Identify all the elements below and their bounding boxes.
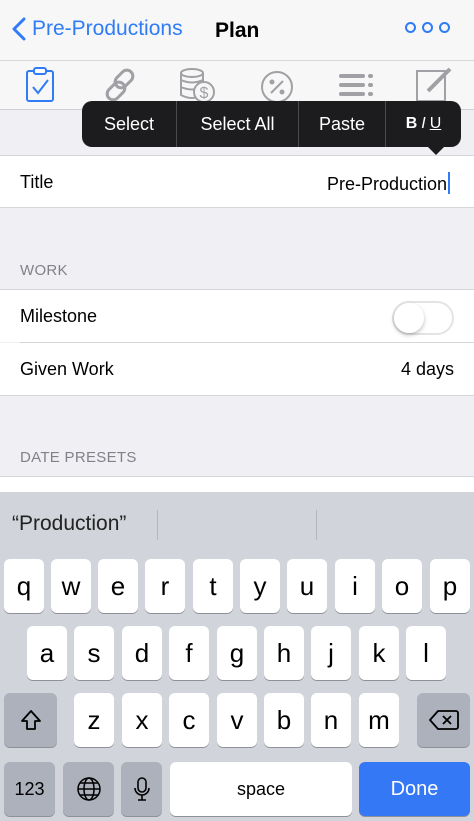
globe-icon [76, 777, 101, 801]
section-header-date-presets: DATE PRESETS [20, 449, 137, 466]
key-r[interactable]: r [145, 559, 185, 613]
key-n[interactable]: n [311, 693, 351, 747]
keyboard: “Production” q w e r t y u i o p a s d f… [0, 492, 474, 821]
suggestion-bar: “Production” [0, 492, 474, 552]
key-v[interactable]: v [217, 693, 257, 747]
key-p[interactable]: p [430, 559, 470, 613]
more-dot-icon [405, 22, 416, 33]
svg-text:$: $ [200, 85, 209, 102]
key-x[interactable]: x [122, 693, 162, 747]
date-presets-row [0, 477, 474, 492]
format-button[interactable]: B I U [386, 101, 461, 147]
key-a[interactable]: a [27, 626, 67, 680]
delete-key[interactable] [417, 693, 470, 747]
percent-icon[interactable] [257, 65, 297, 105]
checklist-icon[interactable] [20, 65, 60, 105]
list-icon[interactable] [336, 65, 376, 105]
shift-icon [20, 710, 41, 730]
more-dot-icon [422, 22, 433, 33]
more-dot-icon [439, 22, 450, 33]
key-t[interactable]: t [193, 559, 233, 613]
back-button[interactable]: Pre-Productions [10, 17, 183, 41]
backspace-icon [428, 710, 459, 730]
key-u[interactable]: u [287, 559, 327, 613]
space-key[interactable]: space [170, 762, 352, 816]
microphone-icon [133, 777, 150, 801]
key-q[interactable]: q [4, 559, 44, 613]
milestone-row: Milestone [0, 290, 474, 342]
key-b[interactable]: b [264, 693, 304, 747]
milestone-label: Milestone [20, 306, 98, 326]
link-icon[interactable] [100, 65, 140, 105]
key-w[interactable]: w [51, 559, 91, 613]
key-i[interactable]: i [335, 559, 375, 613]
title-row[interactable]: Title Pre-Production [0, 156, 474, 208]
back-button-label: Pre-Productions [32, 17, 183, 40]
key-z[interactable]: z [74, 693, 114, 747]
shift-key[interactable] [4, 693, 57, 747]
key-l[interactable]: l [406, 626, 446, 680]
given-work-label: Given Work [20, 359, 114, 379]
key-e[interactable]: e [98, 559, 138, 613]
underline-label: U [429, 115, 442, 132]
key-d[interactable]: d [122, 626, 162, 680]
money-icon[interactable]: $ [177, 65, 217, 105]
key-f[interactable]: f [169, 626, 209, 680]
edit-icon[interactable] [414, 65, 454, 105]
navigation-bar: Pre-Productions Plan [0, 0, 474, 60]
more-options-button[interactable] [405, 22, 450, 33]
key-s[interactable]: s [74, 626, 114, 680]
chevron-left-icon [12, 17, 26, 41]
given-work-value: 4 days [400, 359, 454, 379]
text-cursor [448, 172, 450, 194]
milestone-toggle[interactable] [392, 301, 454, 335]
given-work-row[interactable]: Given Work 4 days [0, 343, 474, 395]
page-title: Plan [215, 19, 260, 42]
title-value: Pre-Production [326, 174, 447, 194]
numbers-key[interactable]: 123 [4, 762, 55, 816]
text-edit-menu: Select Select All Paste B I U [82, 101, 461, 147]
toggle-knob [394, 303, 424, 333]
bold-label: B [405, 115, 418, 132]
key-g[interactable]: g [217, 626, 257, 680]
select-all-button[interactable]: Select All [177, 101, 299, 147]
key-k[interactable]: k [359, 626, 399, 680]
globe-key[interactable] [63, 762, 114, 816]
done-key[interactable]: Done [359, 762, 470, 816]
key-j[interactable]: j [311, 626, 351, 680]
key-m[interactable]: m [359, 693, 399, 747]
key-h[interactable]: h [264, 626, 304, 680]
paste-button[interactable]: Paste [299, 101, 386, 147]
select-button[interactable]: Select [82, 101, 177, 147]
suggestion-item[interactable]: “Production” [12, 512, 126, 536]
key-y[interactable]: y [240, 559, 280, 613]
key-c[interactable]: c [169, 693, 209, 747]
menu-caret-icon [426, 145, 446, 155]
title-label: Title [20, 172, 54, 192]
section-header-work: WORK [20, 262, 68, 279]
title-field[interactable]: Pre-Production [327, 172, 450, 195]
key-o[interactable]: o [382, 559, 422, 613]
italic-label: I [421, 115, 426, 132]
dictation-key[interactable] [121, 762, 162, 816]
